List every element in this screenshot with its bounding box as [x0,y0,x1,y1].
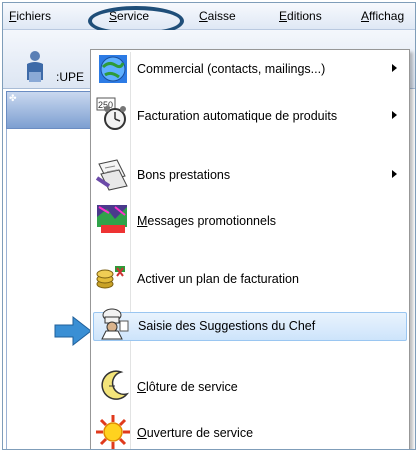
sun-icon [96,415,130,449]
menu-item-activer-plan[interactable]: Activer un plan de facturation [93,266,407,292]
globe-icon [99,55,127,83]
pin-icon[interactable]: ✤ [9,93,17,104]
voucher-icon [95,159,128,191]
menu-affichage[interactable]: Affichag [361,8,404,25]
chef-icon [101,308,129,340]
app-window: Fichiers Service Caisse Editions Afficha… [2,2,416,450]
menu-service-mnemonic: S [109,9,118,23]
menu-editions-label: ditions [287,9,322,23]
alarm-clock-icon: 250 [96,97,126,130]
pointer-arrow-icon [54,315,92,347]
menu-item-messages-promotionnels-label: Messages promotionnels [137,214,276,228]
menu-item-ouverture-service-label: Ouverture de service [137,426,254,440]
menu-item-ouverture-service[interactable]: Ouverture de service [93,415,407,449]
menu-service-label: ervice [117,9,150,23]
menu-item-suggestions-chef-label: Saisie des Suggestions du Chef [138,319,316,333]
submenu-arrow-icon [392,64,397,72]
menu-bar: Fichiers Service Caisse Editions Afficha… [3,3,415,36]
menu-affichage-mnemonic: A [361,9,370,23]
list-panel[interactable] [6,129,94,449]
menu-item-commercial-label: Commercial (contacts, mailings...) [137,62,326,76]
submenu-arrow-icon [392,111,397,119]
menu-editions-mnemonic: E [279,9,288,23]
menu-caisse[interactable]: Caisse [199,8,236,25]
coins-icon [96,266,125,289]
service-dropdown-menu: Commercial (contacts, mailings...) 250 F… [90,49,410,449]
user-label: :UPE [56,70,85,84]
menu-item-facturation-automatique-label: Facturation automatique de produits [137,109,338,123]
menu-item-suggestions-chef[interactable]: Saisie des Suggestions du Chef [93,308,407,341]
list-header[interactable]: ✤ [6,91,94,129]
menu-editions[interactable]: Editions [279,8,322,25]
menu-service[interactable]: Service [109,8,149,25]
menu-item-facturation-automatique[interactable]: 250 Facturation automatique de produits [93,97,407,130]
menu-caisse-label: aisse [207,9,236,23]
menu-item-activer-plan-label: Activer un plan de facturation [137,272,299,286]
menu-item-messages-promotionnels[interactable]: Messages promotionnels [93,205,407,234]
menu-caisse-mnemonic: C [199,9,208,23]
menu-fichiers[interactable]: Fichiers [9,8,51,25]
submenu-arrow-icon [392,170,397,178]
menu-item-bons-prestations-label: Bons prestations [137,168,231,182]
menu-fichiers-label: ichiers [16,9,52,23]
menu-item-cloture-service[interactable]: Clôture de service [93,370,407,400]
user-icon[interactable] [21,50,57,86]
menu-item-commercial[interactable]: Commercial (contacts, mailings...) [93,55,407,83]
menu-item-bons-prestations[interactable]: Bons prestations [93,159,407,191]
menu-affichage-label: ffichag [369,9,405,23]
menu-item-cloture-service-label: Clôture de service [137,380,238,394]
promo-icon [97,205,127,233]
moon-icon [101,370,130,400]
